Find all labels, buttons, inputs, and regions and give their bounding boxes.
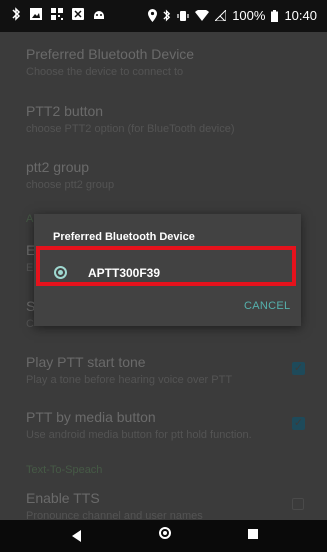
setting-summary: Choose the device to connect to bbox=[26, 66, 184, 78]
navigation-bar bbox=[0, 520, 327, 552]
setting-title: PTT by media button bbox=[26, 409, 156, 425]
android-icon bbox=[94, 11, 104, 19]
home-circle-icon[interactable] bbox=[159, 527, 171, 539]
setting-enable-tts[interactable]: Enable TTS Pronounce channel and user na… bbox=[26, 490, 203, 523]
setting-title: ptt2 group bbox=[26, 159, 90, 175]
clock: 10:40 bbox=[284, 8, 317, 23]
setting-title: Preferred Bluetooth Device bbox=[26, 46, 195, 62]
status-bar-left bbox=[12, 7, 105, 21]
setting-preferred-device[interactable]: Preferred Bluetooth Device Choose the de… bbox=[26, 46, 194, 79]
image-icon bbox=[30, 8, 42, 20]
setting-title: PTT2 button bbox=[26, 103, 104, 119]
location-icon bbox=[148, 9, 158, 22]
recents-square-icon[interactable] bbox=[248, 529, 258, 539]
ptt-media-button-checkbox[interactable]: ✓ bbox=[292, 417, 305, 430]
bluetooth-icon bbox=[12, 7, 21, 21]
setting-title: Enable TTS bbox=[26, 490, 100, 506]
category-header-a: A bbox=[26, 213, 34, 225]
setting-summary: Play a tone before hearing voice over PT… bbox=[26, 374, 233, 386]
red-highlight-box bbox=[36, 246, 296, 286]
setting-ptt2-group[interactable]: ptt2 group choose ptt2 group bbox=[26, 159, 114, 192]
setting-title: Play PTT start tone bbox=[26, 354, 146, 370]
setting-summary: choose ptt2 group bbox=[26, 179, 115, 191]
qr-icon bbox=[51, 8, 63, 20]
setting-ptt-by-media-button[interactable]: PTT by media button Use android media bu… bbox=[26, 409, 252, 442]
enable-tts-checkbox[interactable] bbox=[292, 498, 304, 510]
setting-play-ptt-start-tone[interactable]: Play PTT start tone Play a tone before h… bbox=[26, 354, 232, 387]
dialog-title: Preferred Bluetooth Device bbox=[53, 231, 195, 243]
no-signal-icon bbox=[215, 10, 227, 21]
cancel-button[interactable]: CANCEL bbox=[244, 300, 290, 312]
battery-icon bbox=[271, 9, 279, 22]
app-icon bbox=[72, 8, 84, 20]
wifi-icon bbox=[195, 10, 210, 21]
setting-summary: Use android media button for ptt hold fu… bbox=[26, 429, 252, 441]
battery-percent: 100% bbox=[232, 8, 266, 23]
vibrate-icon bbox=[177, 10, 189, 21]
setting-summary: choose PTT2 option (for BlueTooth device… bbox=[26, 123, 235, 135]
category-header-tts: Text-To-Speach bbox=[26, 464, 103, 476]
bluetooth-icon bbox=[163, 9, 171, 22]
back-triangle-icon[interactable] bbox=[72, 530, 81, 542]
status-bar-right: 100% 10:40 bbox=[148, 8, 317, 23]
play-ptt-tone-checkbox[interactable]: ✓ bbox=[292, 362, 305, 375]
setting-ptt2-button[interactable]: PTT2 button choose PTT2 option (for Blue… bbox=[26, 103, 235, 136]
status-bar: 100% 10:40 bbox=[0, 0, 327, 32]
